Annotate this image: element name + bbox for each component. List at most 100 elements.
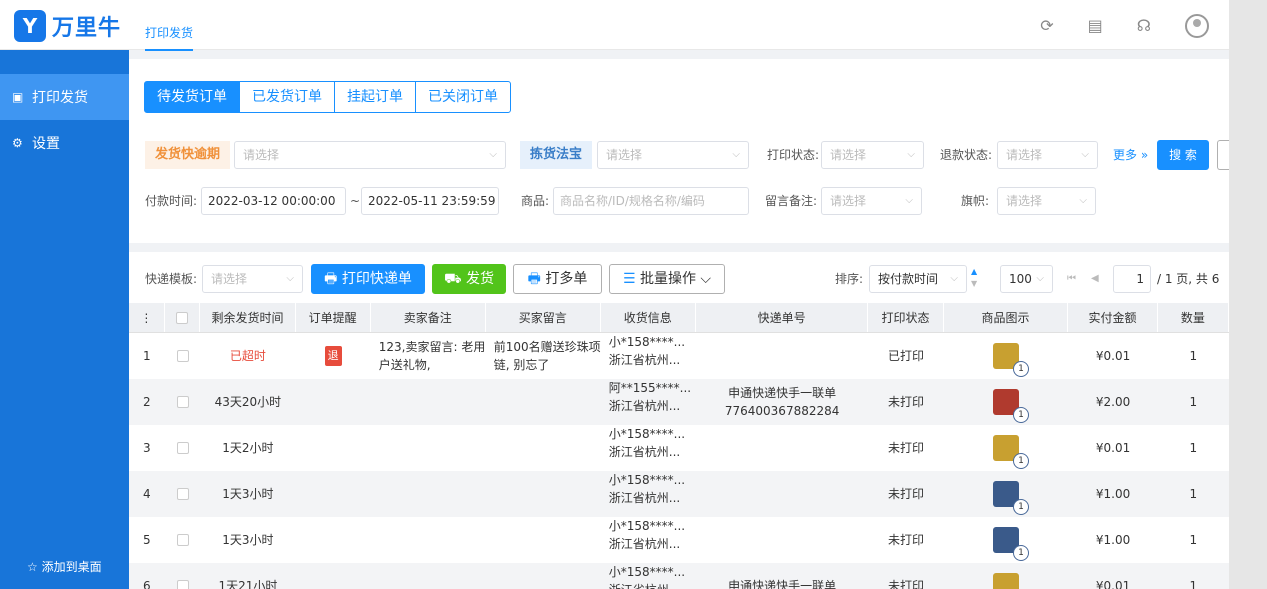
logo-mark: Y xyxy=(14,10,46,42)
ship-button[interactable]: ⛟ 发货 xyxy=(432,264,506,294)
seller-remark xyxy=(371,517,486,563)
remaining-time: 43天20小时 xyxy=(214,395,282,409)
row-checkbox[interactable] xyxy=(176,396,189,408)
ship-label: 发货 xyxy=(466,271,495,287)
print-multi-label: 打多单 xyxy=(545,271,588,287)
print-status-select[interactable]: 请选择 ⌵ xyxy=(821,141,924,169)
table-row[interactable]: 1 已超时 退 123,卖家留言: 老用户送礼物, 前100名赠送珍珠项链, 别忘了 小*… xyxy=(129,333,1229,379)
column-menu-icon[interactable]: ⋮ xyxy=(129,303,165,332)
seller-remark xyxy=(371,379,486,425)
receiver-address: 浙江省杭州... xyxy=(608,537,681,551)
header-remaining-time: 剩余发货时间 xyxy=(200,303,296,332)
row-checkbox-cell[interactable] xyxy=(165,379,201,425)
product-image-cell: 1 xyxy=(944,379,1069,425)
order-reminder-cell xyxy=(295,379,370,425)
book-icon[interactable]: ▤ xyxy=(1088,15,1103,37)
row-checkbox-cell[interactable] xyxy=(165,471,201,517)
refresh-icon[interactable]: ⟳ xyxy=(1040,15,1053,37)
remaining-time: 1天2小时 xyxy=(222,441,274,455)
user-avatar-icon[interactable] xyxy=(1185,14,1209,38)
page-input[interactable]: 1 xyxy=(1113,265,1151,293)
print-multi-button[interactable]: 🖶 打多单 xyxy=(513,264,602,294)
receiver-address: 浙江省杭州... xyxy=(608,445,681,459)
headset-icon[interactable]: ☊ xyxy=(1137,15,1151,37)
print-express-button[interactable]: 🖶 打印快递单 xyxy=(311,264,425,294)
sort-order-toggle[interactable]: ▲ ▼ xyxy=(971,266,977,290)
more-link[interactable]: 更多 » xyxy=(1113,141,1148,169)
table-header: ⋮ 剩余发货时间 订单提醒 卖家备注 买家留言 收货信息 快递单号 打印状态 商… xyxy=(129,303,1230,333)
product-thumbnail[interactable]: 1 xyxy=(993,435,1030,469)
flag-select[interactable]: 请选择 ⌵ xyxy=(997,187,1096,215)
tab-pending[interactable]: 待发货订单 xyxy=(144,81,240,113)
row-checkbox-cell[interactable] xyxy=(165,563,201,589)
product-thumbnail[interactable]: 1 xyxy=(993,343,1030,377)
print-status: 未打印 xyxy=(887,441,924,455)
row-checkbox[interactable] xyxy=(176,580,189,589)
paid-amount: ¥0.01 xyxy=(1095,441,1131,455)
first-page-icon[interactable]: ⏮ xyxy=(1067,265,1076,293)
tracking-info xyxy=(696,471,868,517)
page-total-text: / 1 页, 共 6 xyxy=(1157,272,1220,286)
table-row[interactable]: 3 1天2小时 小*158****... 浙江省杭州... 未打印 1 ¥0.01 1 xyxy=(129,425,1229,471)
tab-suspended[interactable]: 挂起订单 xyxy=(334,81,416,113)
row-checkbox-cell[interactable] xyxy=(165,425,201,471)
select-all-checkbox[interactable] xyxy=(176,311,189,324)
sidebar-item-print-ship[interactable]: ▣ 打印发货 xyxy=(0,74,129,120)
quantity: 1 xyxy=(1189,395,1198,409)
refund-badge: 退 xyxy=(324,346,342,366)
remark-select[interactable]: 请选择 ⌵ xyxy=(821,187,922,215)
receiver-address: 浙江省杭州... xyxy=(608,353,681,367)
quantity-badge: 1 xyxy=(1013,453,1030,469)
row-checkbox[interactable] xyxy=(176,442,189,454)
pick-select[interactable]: 请选择 ⌵ xyxy=(597,141,749,169)
template-select[interactable]: 请选择 ⌵ xyxy=(202,265,303,293)
buyer-message xyxy=(486,563,601,589)
page-size-select[interactable]: 100 ⌵ xyxy=(1000,265,1053,293)
row-checkbox[interactable] xyxy=(176,488,189,500)
product-thumbnail[interactable]: 1 xyxy=(993,527,1030,561)
refund-status-select[interactable]: 请选择 ⌵ xyxy=(997,141,1098,169)
sidebar-item-label: 设置 xyxy=(32,136,60,152)
search-button[interactable]: 搜 索 xyxy=(1157,140,1209,170)
printer-icon: 🖶 xyxy=(527,271,546,287)
product-thumbnail[interactable]: 1 xyxy=(993,389,1030,423)
product-thumbnail[interactable]: 1 xyxy=(993,573,1020,589)
truck-icon: ⛟ xyxy=(443,271,467,287)
pay-time-end-input[interactable]: 2022-05-11 23:59:59 xyxy=(361,187,499,215)
top-bar: Y 万里牛 打印发货 ⟳ ▤ ☊ xyxy=(0,0,1229,51)
filter-panel: 待发货订单 已发货订单 挂起订单 已关闭订单 发货快逾期 请选择 ⌵ 拣货法宝 请… xyxy=(129,59,1229,243)
overdue-select[interactable]: 请选择 ⌵ xyxy=(234,141,506,169)
tab-print-ship[interactable]: 打印发货 xyxy=(145,24,194,51)
batch-button[interactable]: ☰ 批量操作 ⌵ xyxy=(609,264,725,294)
row-number: 1 xyxy=(143,349,151,363)
pay-time-start-input[interactable]: 2022-03-12 00:00:00 xyxy=(201,187,346,215)
add-to-desktop-link[interactable]: ☆ 添加到桌面 xyxy=(27,558,102,575)
seller-remark xyxy=(371,563,486,589)
table-row[interactable]: 6 1天21小时 小*158****... 浙江省杭州... 申通快递快手一联单 未打印 1… xyxy=(129,563,1229,589)
seller-remark: 123,卖家留言: 老用户送礼物, xyxy=(378,340,486,372)
remaining-time: 1天3小时 xyxy=(222,487,274,501)
row-checkbox-cell[interactable] xyxy=(165,517,201,563)
table-row[interactable]: 2 43天20小时 阿**155****... 浙江省杭州... 申通快递快手一联单 77… xyxy=(129,379,1229,425)
table-row[interactable]: 5 1天3小时 小*158****... 浙江省杭州... 未打印 1 ¥1.00 1 xyxy=(129,517,1229,563)
row-checkbox[interactable] xyxy=(176,534,189,546)
logo-text: 万里牛 xyxy=(52,16,122,41)
goods-input[interactable]: 商品名称/ID/规格名称/编码 xyxy=(553,187,749,215)
chevron-down-icon: ⌵ xyxy=(905,195,913,206)
print-status-label: 打印状态: xyxy=(767,148,820,162)
product-thumbnail[interactable]: 1 xyxy=(993,481,1030,515)
table-body: 1 已超时 退 123,卖家留言: 老用户送礼物, 前100名赠送珍珠项链, 别忘了 小*… xyxy=(129,333,1229,589)
reset-button[interactable] xyxy=(1217,140,1229,170)
prev-page-icon[interactable]: ◀ xyxy=(1091,265,1099,293)
sort-select[interactable]: 按付款时间 ⌵ xyxy=(869,265,967,293)
tab-closed[interactable]: 已关闭订单 xyxy=(415,81,511,113)
sidebar-item-settings[interactable]: ⚙ 设置 xyxy=(0,120,129,166)
row-checkbox-cell[interactable] xyxy=(165,333,201,379)
row-checkbox[interactable] xyxy=(176,350,189,362)
quantity: 1 xyxy=(1189,349,1198,363)
product-image-cell: 1 xyxy=(944,425,1069,471)
remaining-time: 1天21小时 xyxy=(218,579,278,589)
tab-shipped[interactable]: 已发货订单 xyxy=(239,81,335,113)
select-all-header[interactable] xyxy=(165,303,201,332)
table-row[interactable]: 4 1天3小时 小*158****... 浙江省杭州... 未打印 1 ¥1.00 1 xyxy=(129,471,1229,517)
